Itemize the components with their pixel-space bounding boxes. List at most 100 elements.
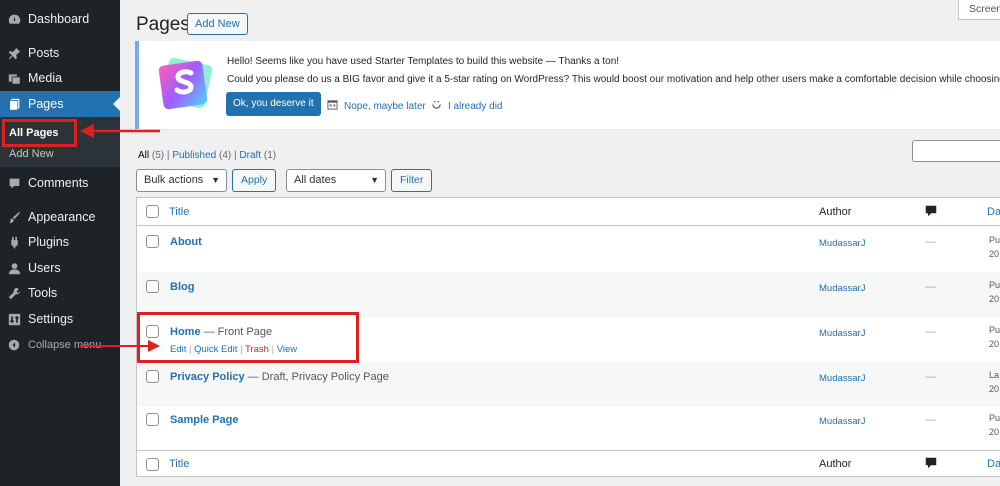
dates-filter-value: All dates: [294, 174, 337, 186]
date-status: La: [989, 370, 1000, 380]
chevron-down-icon: ▼: [211, 175, 220, 185]
page-state: — Draft, Privacy Policy Page: [244, 371, 389, 383]
search-pages-input[interactable]: [912, 140, 1000, 162]
sidebar-item-label: Appearance: [28, 210, 96, 224]
notice-message-line2: Could you please do us a BIG favor and g…: [227, 74, 1000, 85]
author-column-footer: Author: [819, 458, 852, 470]
row-title: About: [170, 236, 202, 248]
table-header: Title Author Da: [137, 198, 1000, 226]
submenu-add-new[interactable]: Add New: [9, 148, 54, 160]
calendar-icon: [327, 99, 338, 113]
admin-sidebar: Dashboard Posts Media Pages All Pages Ad…: [0, 0, 120, 486]
sidebar-item-users[interactable]: Users: [0, 255, 120, 281]
date-column-header[interactable]: Da: [987, 206, 1000, 218]
select-all-checkbox[interactable]: [146, 458, 159, 471]
dates-filter-select[interactable]: All dates ▼: [286, 169, 386, 192]
dashboard-icon: [7, 12, 21, 26]
title-column-footer[interactable]: Title: [169, 458, 189, 470]
page-title-link[interactable]: About: [170, 236, 202, 248]
apply-button[interactable]: Apply: [232, 169, 277, 192]
pin-icon: [7, 46, 21, 60]
media-icon: [7, 71, 21, 85]
date-value: 20: [989, 339, 1000, 349]
starter-templates-logo: [156, 55, 214, 113]
maybe-later-link[interactable]: Nope, maybe later: [327, 99, 426, 113]
sidebar-item-comments[interactable]: Comments: [0, 170, 120, 196]
sidebar-item-plugins[interactable]: Plugins: [0, 229, 120, 255]
filter-published[interactable]: Published: [172, 150, 216, 161]
sidebar-item-label: Pages: [28, 97, 64, 111]
comment-count: —: [925, 236, 936, 248]
row-title: Sample Page: [170, 414, 238, 426]
sidebar-item-pages[interactable]: Pages: [0, 91, 120, 117]
row-checkbox[interactable]: [146, 235, 159, 248]
date-status: Pu: [989, 413, 1000, 423]
filter-draft[interactable]: Draft: [239, 150, 261, 161]
main-content: Pages Add New Screen Hello! Seems like y…: [120, 0, 1000, 486]
already-did-link[interactable]: I already did: [431, 99, 502, 113]
filter-button[interactable]: Filter: [391, 169, 433, 192]
title-column-header[interactable]: Title: [169, 206, 189, 218]
pages-icon: [7, 97, 21, 111]
table-row: Privacy Policy — Draft, Privacy Policy P…: [137, 362, 1000, 407]
filter-draft-count: (1): [263, 150, 277, 161]
date-status: Pu: [989, 235, 1000, 245]
rate-now-button[interactable]: Ok, you deserve it: [226, 92, 321, 116]
table-row: About MudassarJ — Pu 20: [137, 227, 1000, 272]
comment-icon: [7, 176, 21, 190]
collapse-label: Collapse menu: [28, 339, 102, 351]
page-title-link[interactable]: Sample Page: [170, 414, 238, 426]
sidebar-item-settings[interactable]: Settings: [0, 306, 120, 332]
row-checkbox[interactable]: [146, 413, 159, 426]
filter-all-count: (5): [151, 150, 165, 161]
select-all-checkbox[interactable]: [146, 205, 159, 218]
author-link[interactable]: MudassarJ: [819, 283, 865, 294]
sidebar-item-label: Users: [28, 261, 61, 275]
comment-bubble-icon[interactable]: [925, 457, 937, 469]
date-value: 20: [989, 427, 1000, 437]
date-value: 20: [989, 294, 1000, 304]
author-link[interactable]: MudassarJ: [819, 238, 865, 249]
sidebar-item-label: Tools: [28, 286, 58, 300]
separator: |: [234, 150, 237, 161]
sidebar-item-appearance[interactable]: Appearance: [0, 204, 120, 230]
comment-count: —: [925, 326, 936, 338]
table-footer: Title Author Da: [137, 450, 1000, 478]
all-pages-highlight-box: [2, 119, 77, 147]
table-row: Blog MudassarJ — Pu 20: [137, 272, 1000, 317]
sidebar-item-dashboard[interactable]: Dashboard: [0, 6, 120, 32]
brush-icon: [7, 210, 21, 224]
screen-options-tab[interactable]: Screen: [958, 0, 1000, 20]
date-value: 20: [989, 384, 1000, 394]
add-new-button[interactable]: Add New: [187, 13, 248, 35]
date-column-footer[interactable]: Da: [987, 458, 1000, 470]
already-did-label: I already did: [448, 100, 503, 112]
comment-count: —: [925, 371, 936, 383]
sidebar-item-label: Posts: [28, 46, 60, 60]
comment-count: —: [925, 281, 936, 293]
filter-published-count: (4): [219, 150, 232, 161]
page-title-link[interactable]: Privacy Policy: [170, 371, 245, 383]
maybe-later-label: Nope, maybe later: [344, 100, 426, 112]
row-title: Blog: [170, 281, 194, 293]
page-title-link[interactable]: Blog: [170, 281, 194, 293]
sidebar-item-media[interactable]: Media: [0, 65, 120, 91]
sidebar-item-posts[interactable]: Posts: [0, 40, 120, 66]
sidebar-item-tools[interactable]: Tools: [0, 280, 120, 306]
row-checkbox[interactable]: [146, 370, 159, 383]
chevron-down-icon: ▼: [370, 175, 379, 185]
author-link[interactable]: MudassarJ: [819, 328, 865, 339]
filter-all[interactable]: All: [138, 150, 149, 161]
author-link[interactable]: MudassarJ: [819, 416, 865, 427]
collapse-menu-button[interactable]: Collapse menu: [0, 332, 120, 358]
author-link[interactable]: MudassarJ: [819, 373, 865, 384]
author-column-header: Author: [819, 206, 852, 218]
comment-bubble-icon[interactable]: [925, 205, 937, 217]
wrench-icon: [7, 286, 21, 300]
sidebar-item-label: Comments: [28, 176, 89, 190]
bulk-actions-select[interactable]: Bulk actions ▼: [136, 169, 227, 192]
collapse-icon: [7, 338, 21, 352]
row-checkbox[interactable]: [146, 280, 159, 293]
notice-message-line1: Hello! Seems like you have used Starter …: [227, 56, 620, 67]
status-filter-links: All (5) | Published (4) | Draft (1): [138, 150, 276, 161]
